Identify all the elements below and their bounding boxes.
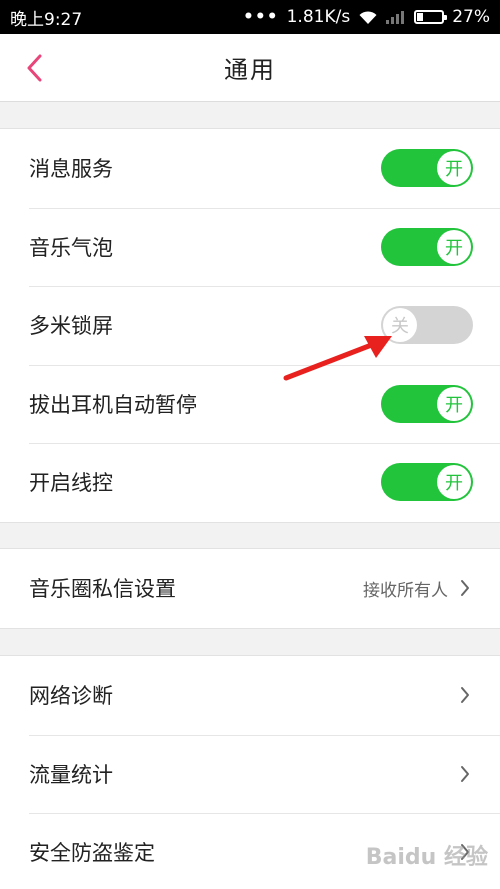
setting-label: 拔出耳机自动暂停 [29,392,197,417]
back-button[interactable] [14,48,54,88]
setting-label: 音乐气泡 [29,235,113,260]
setting-row-music-bubble: 音乐气泡 开 [0,207,500,287]
setting-row-headphone-pause: 拔出耳机自动暂停 开 [0,364,500,444]
chevron-left-icon [27,54,42,82]
music-bubble-toggle[interactable]: 开 [381,227,473,266]
setting-row-traffic-stats[interactable]: 流量统计 [0,734,500,814]
red-arrow-annotation-icon [283,336,392,381]
headphone-pause-toggle[interactable]: 开 [381,384,473,423]
setting-label: 流量统计 [29,762,113,787]
nav-bar: 通用 [0,34,500,102]
setting-row-lock-screen: 多米锁屏 关 [0,286,500,365]
setting-label: 开启线控 [29,471,113,496]
status-bar: 晚上9:27 ••• 1.81K/s 27% [0,0,500,34]
wifi-icon [358,9,378,25]
privacy-settings-group: 音乐圈私信设置 接收所有人 [0,548,500,629]
message-service-toggle[interactable]: 开 [381,149,473,188]
toggle-settings-group: 消息服务 开 音乐气泡 开 多米锁屏 关 拔出耳机自动暂停 开 开启线控 开 [0,128,500,523]
battery-icon [414,10,448,24]
setting-row-message-service: 消息服务 开 [0,129,500,208]
battery-percent: 27% [452,7,490,27]
setting-value: 接收所有人 [363,580,448,601]
chevron-right-icon [458,578,472,598]
status-indicators: ••• 1.81K/s 27% [243,7,490,27]
wire-control-toggle[interactable]: 开 [381,463,473,502]
status-time: 晚上9:27 [10,9,83,30]
chevron-right-icon [458,685,472,705]
setting-label: 音乐圈私信设置 [29,577,176,602]
signal-icon [386,10,406,24]
setting-label: 消息服务 [29,157,113,182]
watermark: Baidu 经验 [365,845,488,870]
status-dots: ••• [243,7,279,27]
setting-row-wire-control: 开启线控 开 [0,443,500,522]
setting-label: 网络诊断 [29,684,113,709]
chevron-right-icon [458,764,472,784]
toggle-knob: 开 [437,386,471,421]
setting-row-network-diagnosis[interactable]: 网络诊断 [0,656,500,735]
toggle-knob: 开 [437,465,471,500]
page-title: 通用 [224,56,276,84]
toggle-knob: 开 [437,229,471,264]
setting-row-private-message[interactable]: 音乐圈私信设置 接收所有人 [0,549,500,628]
toggle-knob: 开 [437,151,471,186]
network-speed: 1.81K/s [286,7,351,27]
